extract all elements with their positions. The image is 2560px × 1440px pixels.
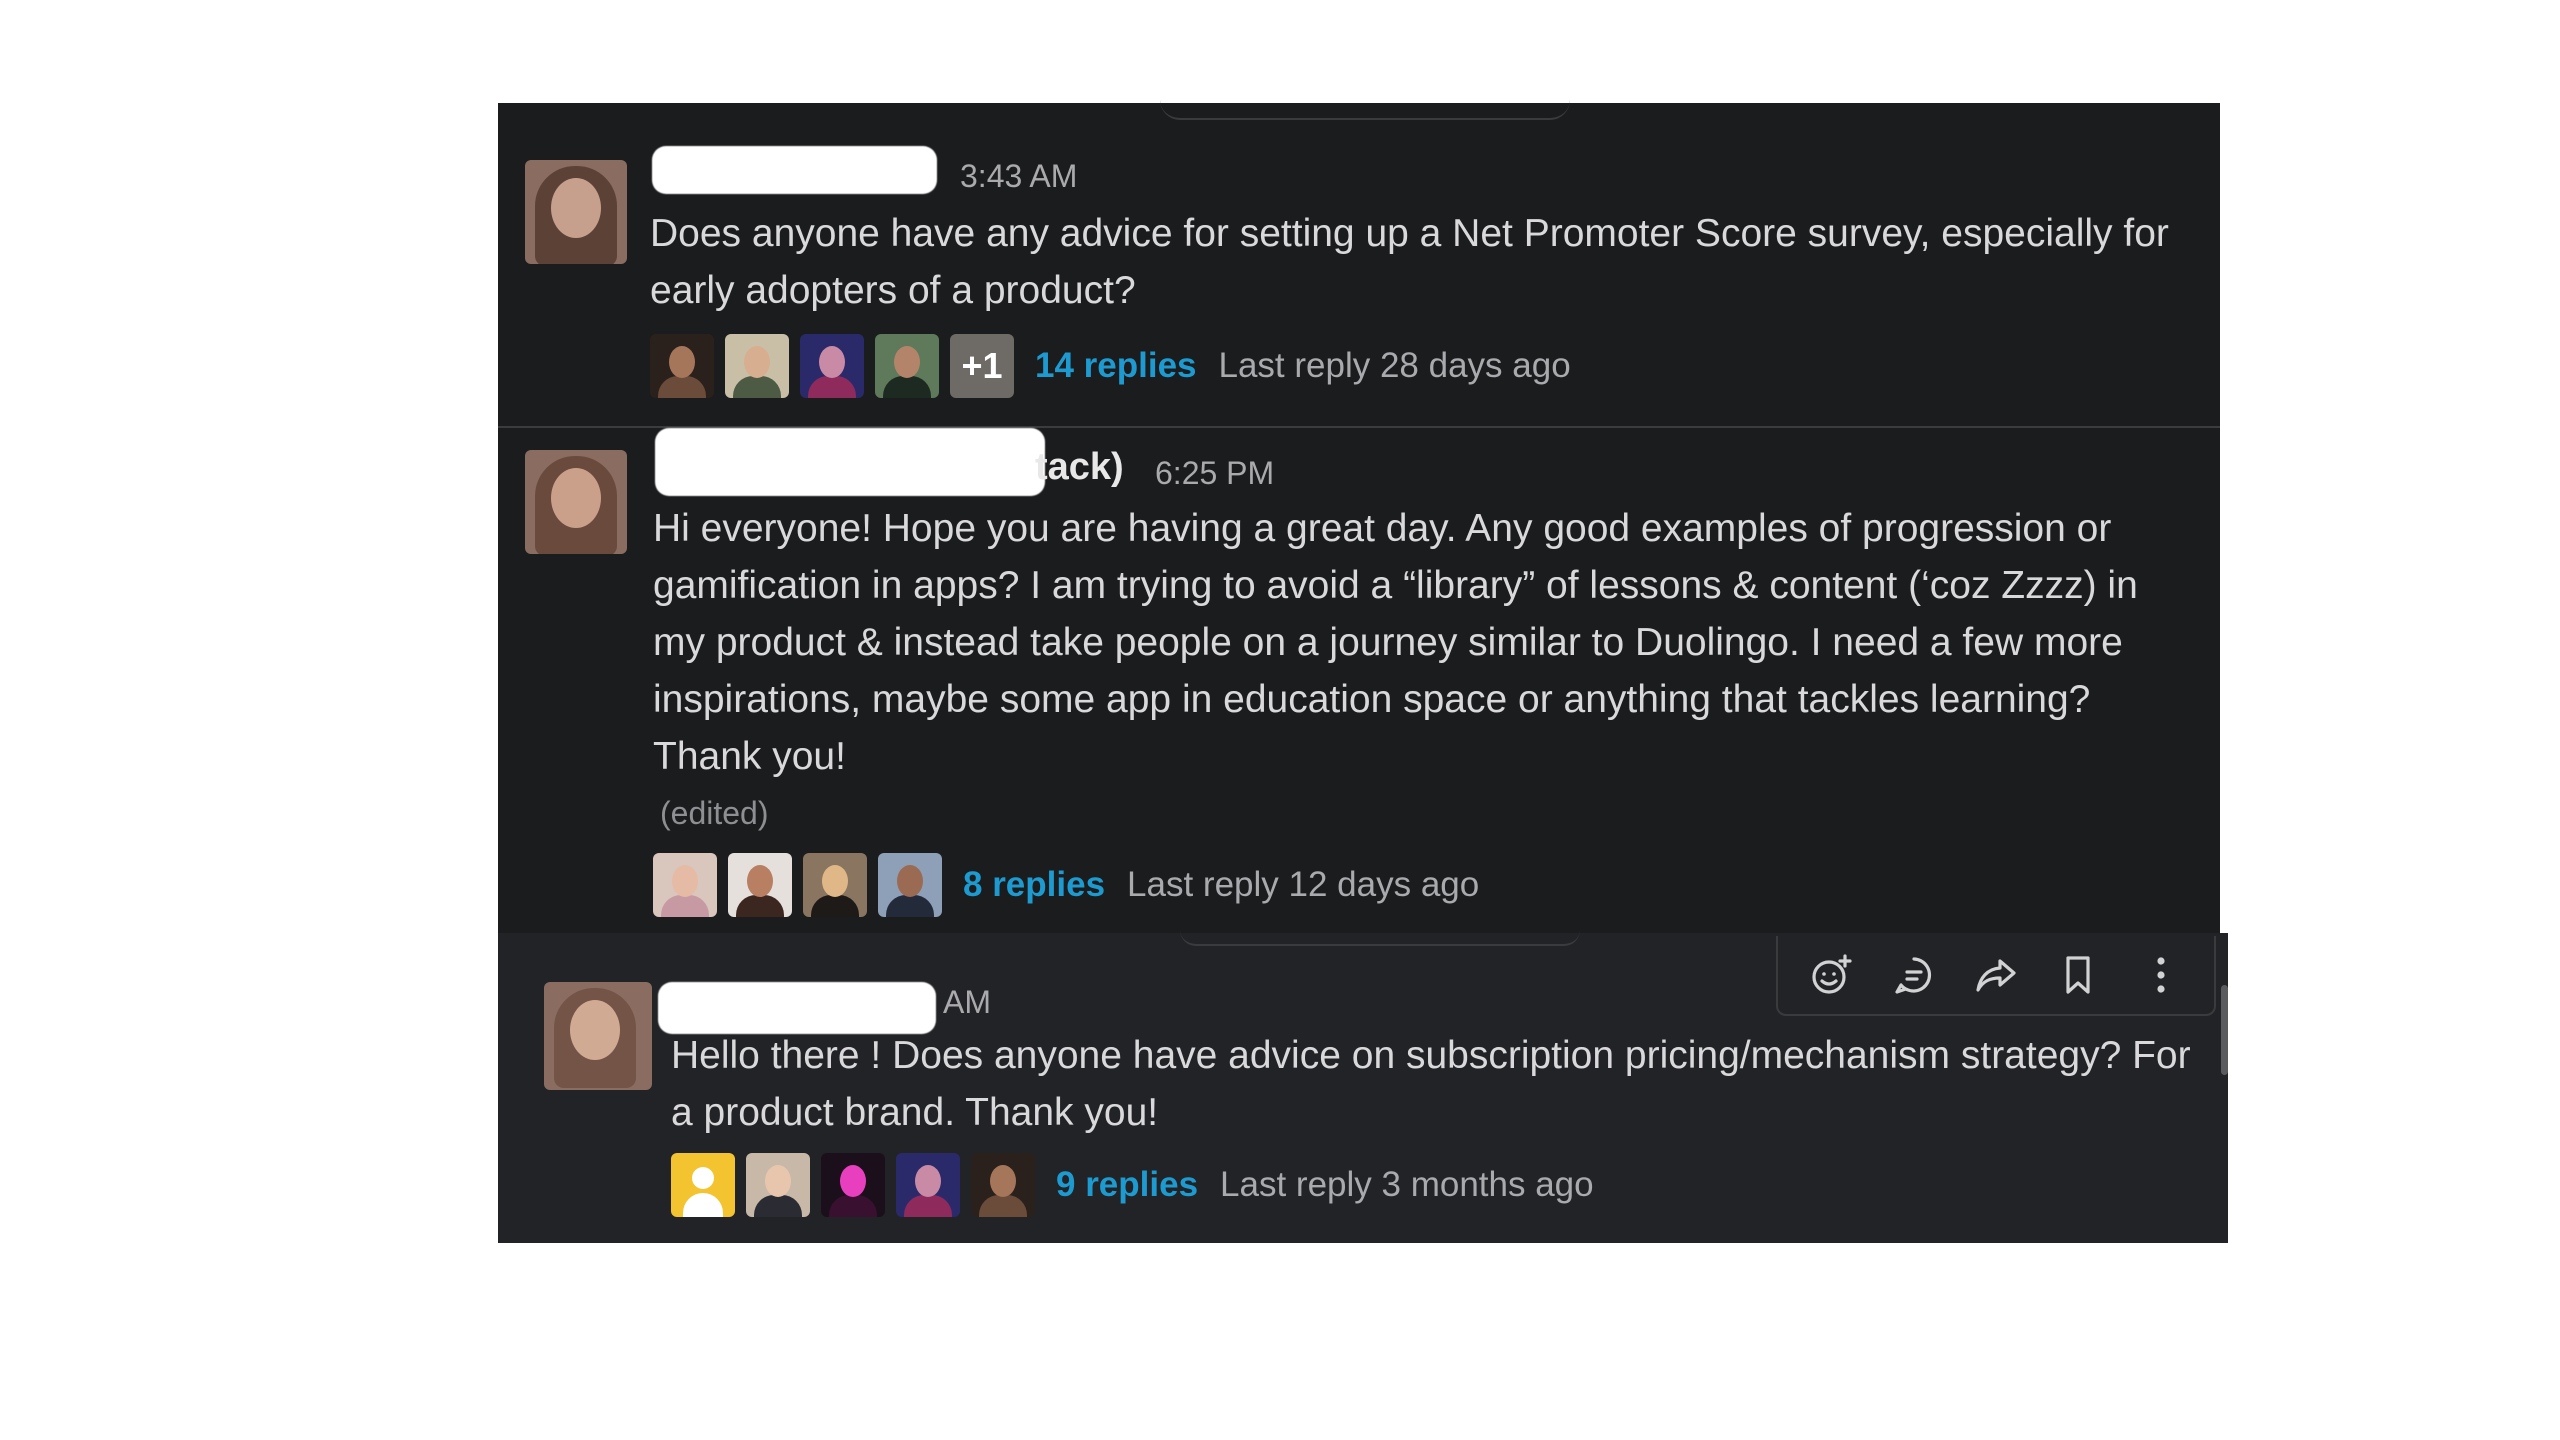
reply-avatar <box>725 334 789 398</box>
message-text-line: inspirations, maybe some app in educatio… <box>653 678 2091 721</box>
redacted-username <box>652 146 937 194</box>
reply-avatar <box>800 334 864 398</box>
message-actions-toolbar <box>1776 936 2216 1016</box>
sender-name[interactable]: tack) <box>1035 446 1124 489</box>
thread-replies-bar[interactable]: 8 replies Last reply 12 days ago <box>653 853 1479 917</box>
reply-avatar <box>671 1153 735 1217</box>
new-messages-divider <box>1160 100 1570 120</box>
scrollbar[interactable] <box>2221 985 2228 1075</box>
add-reaction-button[interactable] <box>1799 943 1863 1007</box>
reply-avatar <box>896 1153 960 1217</box>
replies-count-link[interactable]: 9 replies <box>1056 1165 1198 1205</box>
avatar[interactable] <box>525 160 627 264</box>
replies-count-link[interactable]: 14 replies <box>1035 346 1197 386</box>
reply-in-thread-button[interactable] <box>1882 943 1946 1007</box>
reply-avatar <box>650 334 714 398</box>
reply-avatar <box>728 853 792 917</box>
save-for-later-button[interactable] <box>2046 943 2110 1007</box>
edited-label: (edited) <box>660 795 769 831</box>
last-reply-time: Last reply 12 days ago <box>1127 865 1480 904</box>
reply-avatar <box>653 853 717 917</box>
message-text-line: early adopters of a product? <box>650 269 1136 312</box>
avatar[interactable] <box>544 982 652 1090</box>
message-timestamp[interactable]: 6:25 PM <box>1155 455 1274 492</box>
thread-replies-bar[interactable]: +1 14 replies Last reply 28 days ago <box>650 334 1571 398</box>
reply-avatar <box>746 1153 810 1217</box>
share-button[interactable] <box>1964 943 2028 1007</box>
reply-avatar-overflow: +1 <box>950 334 1014 398</box>
reply-avatar <box>875 334 939 398</box>
message-text: Hi everyone! Hope you are having a great… <box>653 500 2138 785</box>
last-reply-time: Last reply 3 months ago <box>1220 1165 1594 1204</box>
share-icon <box>1976 959 2016 992</box>
message-text: Does anyone have any advice for setting … <box>650 205 2169 319</box>
bookmark-icon <box>2066 956 2090 994</box>
last-reply-time: Last reply 28 days ago <box>1218 346 1571 385</box>
message-timestamp[interactable]: 3:43 AM <box>960 158 1077 195</box>
message-text-line: a product brand. Thank you! <box>671 1091 1159 1134</box>
message-text-line: gamification in apps? I am trying to avo… <box>653 564 2138 607</box>
reply-avatar <box>821 1153 885 1217</box>
message-timestamp[interactable]: AM <box>943 984 991 1021</box>
more-actions-icon <box>2157 957 2165 993</box>
date-divider <box>1180 930 1580 946</box>
reply-avatar <box>803 853 867 917</box>
replies-count-link[interactable]: 8 replies <box>963 865 1105 905</box>
message-text-line: my product & instead take people on a jo… <box>653 621 2123 664</box>
add-reaction-icon <box>1812 954 1852 994</box>
message-text-line: Thank you! <box>653 735 846 778</box>
message-text-line: Hi everyone! Hope you are having a great… <box>653 507 2112 550</box>
avatar[interactable] <box>525 450 627 554</box>
redacted-username <box>655 428 1045 496</box>
reply-in-thread-icon <box>1894 957 1931 994</box>
reply-avatar <box>971 1153 1035 1217</box>
more-actions-button[interactable] <box>2129 943 2193 1007</box>
message-text: Hello there ! Does anyone have advice on… <box>671 1027 2191 1141</box>
thread-replies-bar[interactable]: 9 replies Last reply 3 months ago <box>671 1153 1594 1217</box>
message-text-line: Hello there ! Does anyone have advice on… <box>671 1034 2191 1077</box>
message-text-line: Does anyone have any advice for setting … <box>650 212 2169 255</box>
reply-avatar <box>878 853 942 917</box>
